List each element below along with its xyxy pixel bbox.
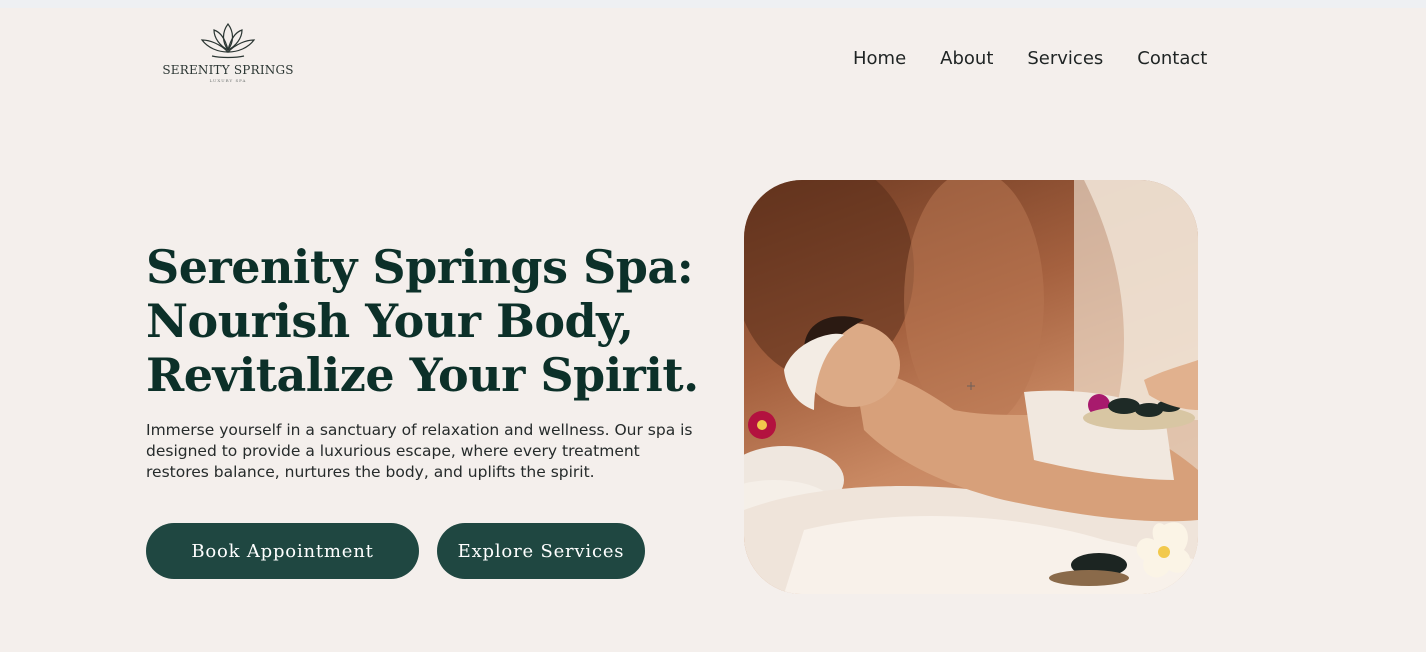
- nav-home[interactable]: Home: [853, 48, 906, 69]
- hero-title: Serenity Springs Spa: Nourish Your Body,…: [146, 240, 726, 402]
- hero-image: [744, 180, 1198, 594]
- logo-name: SERENITY SPRINGS: [162, 63, 294, 77]
- nav-contact[interactable]: Contact: [1137, 48, 1207, 69]
- logo-tagline: LUXURY SPA: [209, 78, 247, 83]
- book-appointment-button[interactable]: Book Appointment: [146, 523, 419, 579]
- hero-title-line: Serenity Springs Spa:: [146, 240, 694, 294]
- nav-about[interactable]: About: [940, 48, 993, 69]
- top-strip: [0, 0, 1426, 8]
- hero-description: Immerse yourself in a sanctuary of relax…: [146, 421, 693, 481]
- hero-title-line: Nourish Your Body,: [146, 294, 634, 348]
- spa-massage-photo: [744, 180, 1198, 594]
- nav-services[interactable]: Services: [1027, 48, 1103, 69]
- logo[interactable]: SERENITY SPRINGS LUXURY SPA: [162, 20, 293, 86]
- lotus-icon: [200, 22, 256, 59]
- main-nav: Home About Services Contact: [853, 45, 1207, 71]
- explore-services-button[interactable]: Explore Services: [437, 523, 645, 579]
- hero-title-line: Revitalize Your Spirit.: [146, 348, 699, 402]
